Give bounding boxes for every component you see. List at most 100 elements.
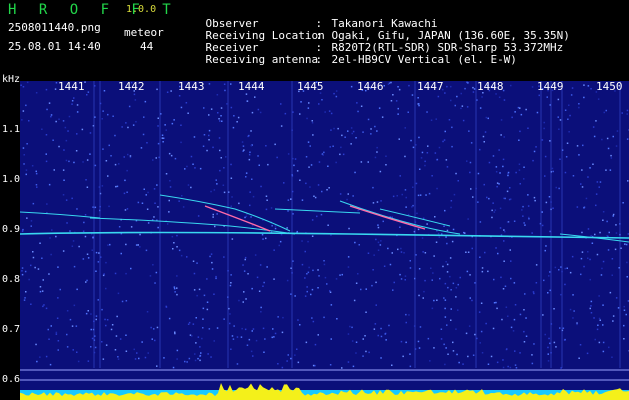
noise-pixel xyxy=(55,331,58,334)
noise-pixel xyxy=(611,274,613,276)
noise-pixel xyxy=(384,333,386,335)
noise-pixel xyxy=(505,306,508,308)
noise-pixel xyxy=(110,155,112,157)
noise-pixel xyxy=(493,211,496,213)
noise-pixel xyxy=(405,341,407,344)
noise-pixel xyxy=(142,133,145,136)
noise-pixel xyxy=(355,352,357,354)
noise-pixel xyxy=(332,145,334,147)
noise-pixel xyxy=(105,160,108,162)
noise-pixel xyxy=(75,325,78,327)
noise-pixel xyxy=(236,363,239,365)
noise-pixel xyxy=(316,215,318,218)
noise-pixel xyxy=(544,175,546,177)
noise-pixel xyxy=(103,273,105,275)
noise-pixel xyxy=(412,146,415,149)
noise-pixel xyxy=(471,299,473,302)
noise-pixel xyxy=(375,238,377,241)
noise-pixel xyxy=(254,96,256,98)
noise-pixel xyxy=(274,227,277,230)
noise-pixel xyxy=(172,248,174,250)
noise-pixel xyxy=(376,151,378,153)
noise-pixel xyxy=(599,231,601,234)
noise-pixel xyxy=(572,294,574,296)
noise-pixel xyxy=(446,271,449,273)
noise-pixel xyxy=(218,118,220,120)
noise-pixel xyxy=(154,202,156,204)
noise-pixel xyxy=(457,180,459,182)
noise-pixel xyxy=(450,319,452,321)
noise-pixel xyxy=(423,290,425,293)
noise-pixel xyxy=(606,235,608,237)
noise-pixel xyxy=(66,310,69,312)
noise-pixel xyxy=(488,197,490,200)
noise-pixel xyxy=(23,299,26,301)
noise-pixel xyxy=(73,161,75,164)
noise-pixel xyxy=(551,167,554,170)
noise-pixel xyxy=(462,363,464,365)
noise-pixel xyxy=(84,214,87,216)
noise-pixel xyxy=(238,299,240,302)
noise-pixel xyxy=(568,104,570,106)
noise-pixel xyxy=(352,130,355,133)
noise-pixel xyxy=(621,112,623,114)
freq-tick: 0.7 xyxy=(2,324,21,335)
noise-pixel xyxy=(164,124,166,126)
noise-pixel xyxy=(598,186,600,188)
noise-pixel xyxy=(385,339,387,341)
noise-pixel xyxy=(443,343,445,346)
noise-pixel xyxy=(91,249,93,251)
noise-pixel xyxy=(543,121,545,124)
noise-pixel xyxy=(362,355,364,357)
noise-pixel xyxy=(603,111,605,114)
noise-pixel xyxy=(495,93,497,95)
noise-pixel xyxy=(405,206,407,208)
noise-pixel xyxy=(73,265,76,268)
noise-pixel xyxy=(274,225,277,227)
noise-pixel xyxy=(531,362,534,365)
noise-pixel xyxy=(486,196,488,199)
antenna-value: 2el-HB9CV Vertical (el. E-W) xyxy=(331,53,517,66)
noise-pixel xyxy=(267,163,269,166)
noise-pixel xyxy=(194,167,196,169)
noise-pixel xyxy=(147,352,149,354)
noise-pixel xyxy=(26,217,28,219)
noise-pixel xyxy=(62,169,65,171)
noise-pixel xyxy=(446,263,449,266)
noise-pixel xyxy=(482,135,485,138)
noise-pixel xyxy=(400,247,402,250)
noise-pixel xyxy=(558,128,560,130)
noise-pixel xyxy=(305,156,308,158)
noise-pixel xyxy=(444,130,446,133)
noise-pixel xyxy=(583,84,585,86)
noise-pixel xyxy=(203,134,206,136)
noise-pixel xyxy=(470,142,473,144)
noise-pixel xyxy=(290,198,292,200)
noise-pixel xyxy=(212,216,214,218)
noise-pixel xyxy=(487,270,489,273)
noise-pixel xyxy=(87,310,89,312)
noise-pixel xyxy=(358,244,360,246)
noise-pixel xyxy=(495,171,498,173)
noise-pixel xyxy=(232,126,235,129)
noise-pixel xyxy=(210,356,212,358)
noise-pixel xyxy=(601,138,603,141)
noise-pixel xyxy=(519,183,521,185)
noise-pixel xyxy=(503,240,505,242)
noise-pixel xyxy=(445,159,448,161)
noise-pixel xyxy=(26,81,29,84)
noise-pixel xyxy=(216,327,219,329)
noise-pixel xyxy=(595,193,598,195)
noise-pixel xyxy=(590,312,593,314)
noise-pixel xyxy=(627,180,629,182)
noise-pixel xyxy=(163,357,165,359)
noise-pixel xyxy=(552,207,554,209)
noise-pixel xyxy=(136,352,138,354)
noise-pixel xyxy=(245,298,247,300)
noise-pixel xyxy=(602,350,605,353)
noise-pixel xyxy=(25,291,27,293)
noise-pixel xyxy=(504,230,506,233)
noise-pixel xyxy=(602,260,605,263)
noise-pixel xyxy=(626,138,629,140)
noise-pixel xyxy=(233,115,235,117)
